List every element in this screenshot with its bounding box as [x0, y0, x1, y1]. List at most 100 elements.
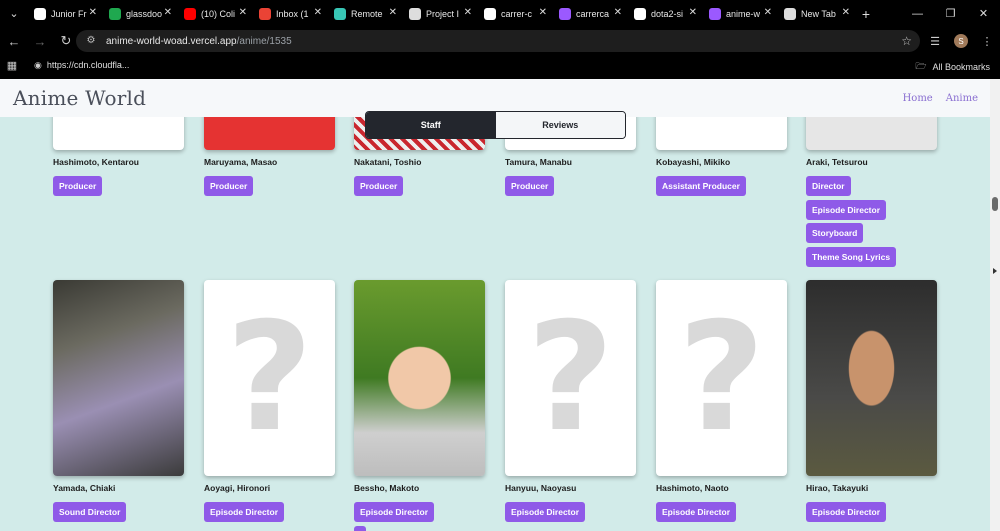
staff-roles: Episode Director [354, 502, 435, 531]
address-bar[interactable]: ⚙ anime-world-woad.vercel.app/anime/1535… [76, 30, 920, 52]
role-badge[interactable]: Episode Director [354, 502, 435, 522]
staff-photo[interactable]: ? [204, 280, 335, 476]
staff-roles: Episode Director [806, 502, 887, 526]
close-tab-icon[interactable]: ✕ [164, 7, 172, 18]
role-badge[interactable]: Producer [204, 176, 254, 196]
role-badge[interactable]: Episode Director [204, 502, 285, 522]
staff-roles: Director Episode Director Storyboard Theme … [806, 176, 897, 270]
close-tab-icon[interactable]: ✕ [614, 7, 622, 18]
placeholder-question-icon: ? [677, 291, 765, 465]
role-badge[interactable]: Assistant Producer [656, 176, 746, 196]
all-bookmarks-button[interactable]: 🗁 All Bookmarks [915, 59, 990, 75]
role-badge[interactable]: Director [806, 176, 851, 196]
new-tab-button[interactable]: + [856, 6, 876, 22]
tab-title: Inbox (1 [276, 8, 309, 19]
site-info-icon[interactable]: ⚙ [84, 35, 98, 47]
staff-name: Aoyagi, Hironori [204, 483, 271, 493]
role-badge[interactable]: Episode Director [656, 502, 737, 522]
tab-search-icon[interactable]: ⌄ [0, 0, 28, 27]
placeholder-question-icon: ? [225, 291, 313, 465]
staff-photo[interactable] [806, 280, 937, 476]
staff-name: Yamada, Chiaki [53, 483, 116, 493]
browser-tab[interactable]: Inbox (1 ✕ [253, 0, 328, 27]
url-path: /anime/1535 [236, 35, 292, 47]
minimize-icon[interactable]: — [901, 0, 934, 27]
scrollbar-thumb[interactable] [992, 197, 998, 211]
restore-icon[interactable]: ❐ [934, 0, 967, 27]
browser-toolbar: ← → ↻ ⚙ anime-world-woad.vercel.app/anim… [0, 27, 1000, 55]
back-icon[interactable]: ← [2, 27, 26, 55]
browser-tab[interactable]: carrerca ✕ [553, 0, 628, 27]
reload-icon[interactable]: ↻ [54, 27, 78, 55]
browser-tab[interactable]: anime-w ✕ [703, 0, 778, 27]
tab-staff[interactable]: Staff [366, 112, 496, 138]
close-tab-icon[interactable]: ✕ [89, 7, 97, 18]
nav-anime-link[interactable]: Anime [946, 93, 978, 104]
close-window-icon[interactable]: ✕ [967, 0, 1000, 27]
globe-icon [34, 7, 46, 20]
close-tab-icon[interactable]: ✕ [539, 7, 547, 18]
tab-title: Remote [351, 8, 383, 19]
browser-tab-strip: ⌄ Junior Fr ✕ glassdoo ✕ (10) Coli ✕ Inbox (1 ✕… [0, 0, 1000, 27]
role-badge[interactable]: Storyboard [806, 223, 864, 243]
staff-roles: Producer [505, 176, 555, 200]
nav-home-link[interactable]: Home [903, 93, 933, 104]
role-badge[interactable]: Producer [354, 176, 404, 196]
tab-title: dota2-si [651, 8, 684, 19]
staff-name: Hirao, Takayuki [806, 483, 869, 493]
vite-icon [709, 7, 721, 20]
close-tab-icon[interactable]: ✕ [239, 7, 247, 18]
staff-name: Hashimoto, Naoto [656, 483, 729, 493]
project-icon [409, 7, 421, 20]
browser-tab[interactable]: carrer-c ✕ [478, 0, 553, 27]
staff-roles: Sound Director [53, 502, 127, 526]
browser-tab[interactable]: New Tab ✕ [778, 0, 856, 27]
site-brand[interactable]: Anime World [13, 86, 146, 110]
bookmark-item[interactable]: ◉ https://cdn.cloudfla... [34, 60, 129, 71]
close-tab-icon[interactable]: ✕ [314, 7, 322, 18]
staff-photo[interactable]: ? [656, 280, 787, 476]
media-controls-icon[interactable]: ☰ [922, 35, 948, 48]
staff-photo[interactable] [354, 280, 485, 476]
close-tab-icon[interactable]: ✕ [842, 7, 850, 18]
tab-reviews[interactable]: Reviews [495, 112, 625, 138]
close-tab-icon[interactable]: ✕ [389, 7, 397, 18]
close-tab-icon[interactable]: ✕ [764, 7, 772, 18]
bookmark-star-icon[interactable]: ☆ [901, 34, 912, 48]
browser-menu-icon[interactable]: ⋮ [974, 35, 1000, 48]
apps-grid-icon[interactable]: ▦ [0, 59, 24, 72]
role-badge[interactable]: Episode Director [806, 502, 887, 522]
close-tab-icon[interactable]: ✕ [689, 7, 697, 18]
role-badge[interactable]: Episode Director [806, 199, 887, 220]
glassdoor-icon [109, 7, 121, 20]
role-badge[interactable] [354, 525, 366, 531]
forward-icon[interactable]: → [28, 27, 52, 55]
vercel-icon [634, 7, 646, 20]
staff-name: Hanyuu, Naoyasu [505, 483, 577, 493]
page-scrollbar[interactable] [990, 79, 1000, 531]
steam-icon: ◉ [34, 59, 42, 70]
role-badge[interactable]: Producer [53, 176, 103, 196]
role-badge[interactable]: Theme Song Lyrics [806, 246, 897, 267]
role-badge[interactable]: Episode Director [505, 502, 586, 522]
close-tab-icon[interactable]: ✕ [464, 7, 472, 18]
role-badge[interactable]: Producer [505, 176, 555, 196]
browser-tab[interactable]: glassdoo ✕ [103, 0, 178, 27]
profile-avatar[interactable]: S [954, 34, 968, 48]
browser-tab[interactable]: Junior Fr ✕ [28, 0, 103, 27]
browser-tab[interactable]: Remote ✕ [328, 0, 403, 27]
browser-tab[interactable]: (10) Coli ✕ [178, 0, 253, 27]
staff-name: Tamura, Manabu [505, 157, 572, 167]
folder-icon: 🗁 [915, 61, 927, 71]
staff-photo[interactable] [53, 280, 184, 476]
browser-tab[interactable]: Project I ✕ [403, 0, 478, 27]
staff-roles: Producer [204, 176, 254, 200]
staff-name: Hashimoto, Kentarou [53, 157, 139, 167]
scroll-indicator-icon [993, 268, 997, 274]
tab-title: Project I [426, 8, 460, 19]
vite-icon [559, 7, 571, 20]
url-host: anime-world-woad.vercel.app [106, 35, 237, 47]
role-badge[interactable]: Sound Director [53, 502, 127, 522]
staff-photo[interactable]: ? [505, 280, 636, 476]
browser-tab[interactable]: dota2-si ✕ [628, 0, 703, 27]
